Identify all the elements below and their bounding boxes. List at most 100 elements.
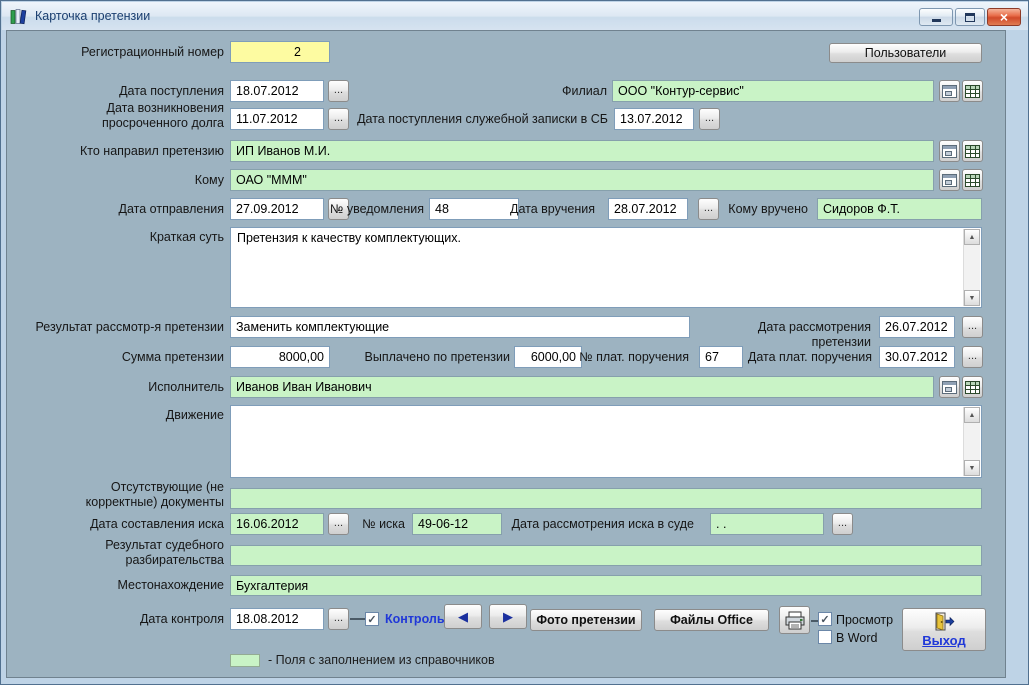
scroll-up-icon[interactable]: ▲ <box>964 229 980 245</box>
review-result-input[interactable] <box>230 316 690 338</box>
scroll-down-icon[interactable]: ▼ <box>964 460 980 476</box>
summary-scrollbar[interactable]: ▲ ▼ <box>963 229 980 306</box>
close-button[interactable]: × <box>987 8 1021 26</box>
form-icon <box>942 174 957 187</box>
amount-label: Сумма претензии <box>15 350 224 365</box>
movement-label: Движение <box>15 408 224 423</box>
books-icon <box>10 8 28 25</box>
receipt-date-picker-button[interactable]: ... <box>328 80 349 102</box>
payment-date-picker-button[interactable]: ... <box>962 346 983 368</box>
payment-no-label: № плат. поручения <box>577 350 689 365</box>
missing-docs-field[interactable] <box>230 488 982 509</box>
window-title: Карточка претензии <box>35 9 150 23</box>
next-record-button[interactable]: ▶ <box>489 604 527 629</box>
sender-card-button[interactable] <box>939 140 960 162</box>
court-date-label: Дата рассмотрения иска в суде <box>505 517 694 532</box>
addressee-field[interactable] <box>230 169 934 191</box>
branch-table-button[interactable] <box>962 80 983 102</box>
receipt-date-label: Дата поступления <box>15 84 224 99</box>
summary-text: Претензия к качеству комплектующих. <box>237 231 957 245</box>
receipt-date-input[interactable] <box>230 80 324 102</box>
photo-button[interactable]: Фото претензии <box>530 609 642 631</box>
form-client-area: Регистрационный номер Пользователи Дата … <box>6 30 1006 678</box>
prev-record-button[interactable]: ◀ <box>444 604 482 629</box>
word-checkbox-label: В Word <box>836 631 877 645</box>
handover-to-label: Кому вручено <box>682 202 808 217</box>
lawsuit-date-label: Дата составления иска <box>15 517 224 532</box>
check-icon: ✓ <box>820 613 829 626</box>
preview-checkbox[interactable]: ✓ <box>818 612 832 626</box>
exit-door-icon <box>933 612 955 632</box>
reg-number-field[interactable] <box>230 41 330 63</box>
addressee-card-button[interactable] <box>939 169 960 191</box>
minimize-button[interactable] <box>919 8 953 26</box>
control-checkbox[interactable]: ✓ <box>365 612 379 626</box>
paid-label: Выплачено по претензии <box>339 350 510 365</box>
court-date-picker-button[interactable]: ... <box>832 513 853 535</box>
payment-date-input[interactable] <box>879 346 955 368</box>
executor-field[interactable] <box>230 376 934 398</box>
word-checkbox[interactable] <box>818 630 832 644</box>
memo-date-picker-button[interactable]: ... <box>699 108 720 130</box>
reg-number-label: Регистрационный номер <box>15 45 224 60</box>
court-result-field[interactable] <box>230 545 982 566</box>
movement-scrollbar[interactable]: ▲ ▼ <box>963 407 980 476</box>
court-result-label: Результат судебного разбирательства <box>15 538 224 568</box>
maximize-button[interactable] <box>955 8 985 26</box>
executor-card-button[interactable] <box>939 376 960 398</box>
paid-input[interactable] <box>514 346 582 368</box>
summary-textarea[interactable]: Претензия к качеству комплектующих. ▲ ▼ <box>230 227 982 308</box>
addressee-table-button[interactable] <box>962 169 983 191</box>
window-controls: × <box>919 8 1021 26</box>
exit-button[interactable]: Выход <box>902 608 986 651</box>
court-date-input[interactable] <box>710 513 824 535</box>
legend-green-swatch <box>230 654 260 667</box>
office-files-button[interactable]: Файлы Office <box>654 609 769 631</box>
connector-line <box>811 620 818 622</box>
control-date-input[interactable] <box>230 608 324 630</box>
executor-table-button[interactable] <box>962 376 983 398</box>
scroll-down-icon[interactable]: ▼ <box>964 290 980 306</box>
summary-label: Краткая суть <box>15 230 224 245</box>
exit-button-label: Выход <box>922 633 965 648</box>
print-button[interactable] <box>779 606 810 634</box>
sender-table-button[interactable] <box>962 140 983 162</box>
preview-checkbox-label: Просмотр <box>836 613 893 627</box>
control-date-label: Дата контроля <box>15 612 224 627</box>
printer-icon <box>784 611 806 630</box>
overdue-date-label: Дата возникновения просроченного долга <box>74 101 224 131</box>
form-icon <box>942 145 957 158</box>
branch-card-button[interactable] <box>939 80 960 102</box>
amount-input[interactable] <box>230 346 330 368</box>
branch-field[interactable] <box>612 80 934 102</box>
memo-date-input[interactable] <box>614 108 694 130</box>
table-icon <box>965 174 980 187</box>
control-checkbox-label: Контроль <box>385 612 445 626</box>
handover-to-field[interactable] <box>817 198 982 220</box>
claim-card-window: Карточка претензии × Регистрационный ном… <box>0 0 1029 685</box>
notice-no-label: № уведомления <box>312 202 424 217</box>
location-label: Местонахождение <box>15 578 224 593</box>
send-date-input[interactable] <box>230 198 324 220</box>
form-icon <box>942 381 957 394</box>
scroll-up-icon[interactable]: ▲ <box>964 407 980 423</box>
lawsuit-no-label: № иска <box>337 517 405 532</box>
movement-textarea[interactable]: ▲ ▼ <box>230 405 982 478</box>
check-icon: ✓ <box>367 613 376 626</box>
lawsuit-no-input[interactable] <box>412 513 502 535</box>
review-date-input[interactable] <box>879 316 955 338</box>
overdue-date-input[interactable] <box>230 108 324 130</box>
control-date-picker-button[interactable]: ... <box>328 608 349 630</box>
sender-field[interactable] <box>230 140 934 162</box>
payment-no-input[interactable] <box>699 346 743 368</box>
handover-date-label: Дата вручения <box>487 202 595 217</box>
users-button[interactable]: Пользователи <box>829 43 982 63</box>
lawsuit-date-input[interactable] <box>230 513 324 535</box>
review-result-label: Результат рассмотр-я претензии <box>15 320 224 335</box>
handover-date-input[interactable] <box>608 198 688 220</box>
overdue-date-picker-button[interactable]: ... <box>328 108 349 130</box>
review-date-picker-button[interactable]: ... <box>962 316 983 338</box>
location-field[interactable] <box>230 575 982 596</box>
form-icon <box>942 85 957 98</box>
payment-date-label: Дата плат. поручения <box>745 350 872 365</box>
